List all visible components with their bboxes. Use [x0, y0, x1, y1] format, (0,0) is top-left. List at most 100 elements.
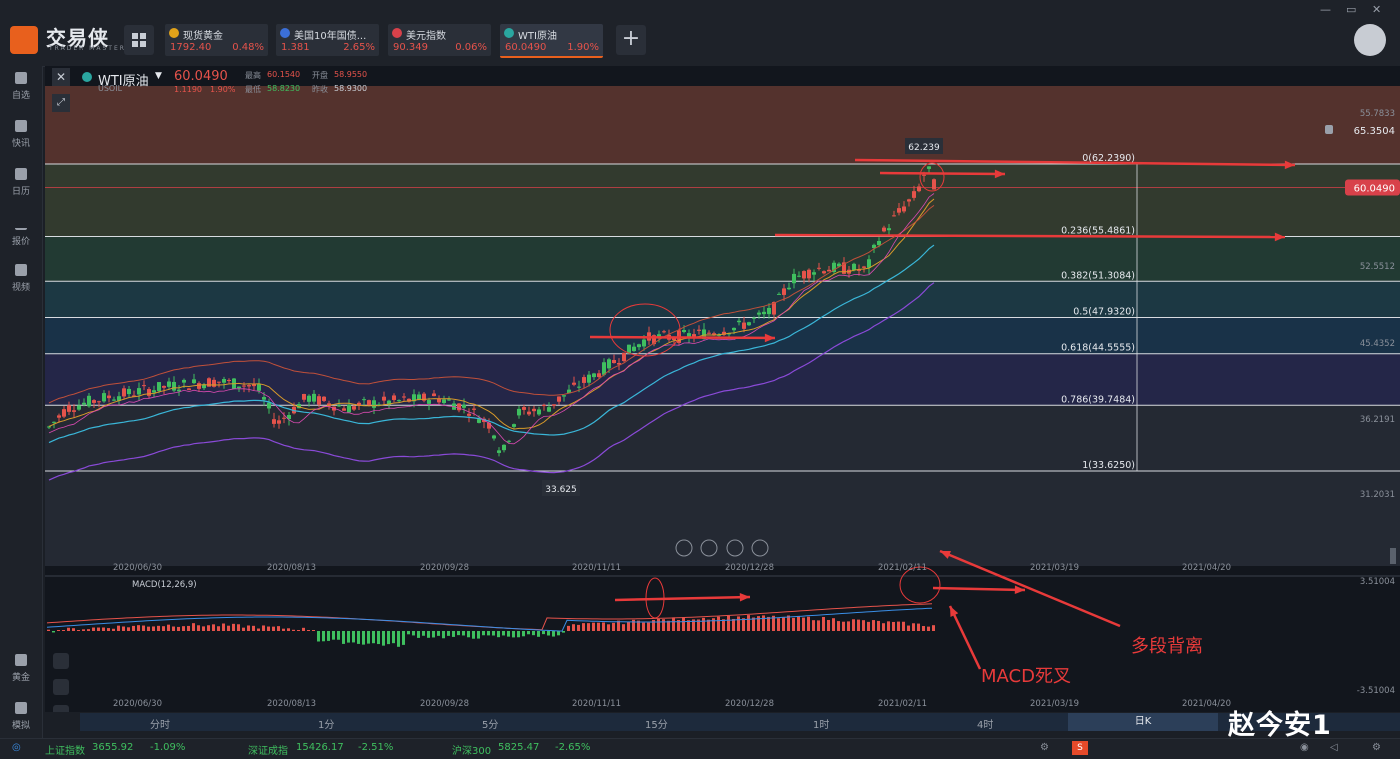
macd-bar: [327, 631, 330, 641]
candle: [887, 228, 891, 231]
sidebar-item-video[interactable]: 视频: [0, 264, 42, 293]
index-name[interactable]: 深证成指: [248, 742, 288, 757]
user-avatar[interactable]: [1354, 24, 1386, 56]
macd-bar: [912, 623, 915, 631]
bell-icon: [1325, 125, 1333, 134]
chart-area[interactable]: 62.239 33.625 0(62.2390) 0.236(55.4861) 0.3…: [45, 66, 1400, 712]
macd-bar: [52, 631, 55, 633]
candle: [217, 381, 221, 383]
chart-canvas[interactable]: 62.239 33.625 0(62.2390) 0.236(55.4861) 0.3…: [45, 66, 1400, 712]
macd-bar: [292, 629, 295, 631]
draw-icon: [53, 679, 69, 695]
candle: [242, 385, 246, 387]
date-label: 2020/12/28: [725, 699, 774, 709]
candle: [347, 404, 351, 413]
macd-axis-label: -3.51004: [1357, 686, 1395, 696]
tab-5min[interactable]: 5分: [482, 716, 498, 731]
macd-bar: [307, 630, 310, 631]
sidebar-item-calendar[interactable]: 日历: [0, 168, 42, 197]
annotation-arrow: [879, 171, 1006, 176]
settings-icon[interactable]: ⚙: [1040, 742, 1049, 753]
close-window-button[interactable]: ✕: [1372, 3, 1381, 16]
candle: [277, 420, 281, 424]
candle: [662, 331, 666, 333]
macd-bar: [192, 623, 195, 631]
oil-icon: [504, 28, 514, 38]
ticker-wti[interactable]: WTI原油 60.0490 1.90%: [500, 24, 603, 58]
candle: [192, 379, 196, 384]
macd-bar: [837, 621, 840, 631]
macd-bar: [227, 625, 230, 631]
index-name[interactable]: 上证指数: [45, 742, 85, 757]
candle: [522, 407, 526, 410]
grid-layout-button[interactable]: [124, 25, 154, 55]
add-ticker-button[interactable]: +: [616, 25, 646, 55]
close-chart-button[interactable]: ✕: [52, 68, 70, 86]
expand-icon[interactable]: ⤢: [52, 94, 70, 112]
macd-bar: [387, 631, 390, 645]
candle: [497, 450, 501, 453]
sidebar-item-simulate[interactable]: 模拟: [0, 702, 42, 731]
arrow-head: [739, 592, 750, 602]
candle: [817, 267, 821, 269]
macd-bar: [382, 631, 385, 646]
macd-bar: [67, 627, 70, 631]
candle: [322, 396, 326, 401]
candle: [882, 227, 886, 232]
macd-bar: [762, 615, 765, 631]
chevron-down-icon[interactable]: ▼: [155, 71, 162, 81]
macd-bar: [657, 618, 660, 631]
candle: [862, 266, 866, 268]
tab-15min[interactable]: 15分: [645, 716, 668, 731]
tab-4hour[interactable]: 4时: [977, 716, 993, 731]
tab-1min[interactable]: 1分: [318, 716, 334, 731]
sidebar-item-quotes[interactable]: 报价: [0, 216, 42, 247]
ticker-us10y[interactable]: 美国10年国债... 1.381 2.65%: [276, 24, 379, 56]
macd-bar: [152, 626, 155, 631]
macd-bar: [112, 628, 115, 631]
sidebar-item-news[interactable]: 快讯: [0, 120, 42, 149]
camera-icon[interactable]: ◉: [1300, 742, 1309, 753]
tab-1hour[interactable]: 1时: [813, 716, 829, 731]
macd-bar: [367, 631, 370, 644]
maximize-button[interactable]: ▭: [1346, 3, 1356, 16]
macd-bar: [187, 625, 190, 631]
ticker-gold[interactable]: 现货黄金 1792.40 0.48%: [165, 24, 268, 56]
tab-daily[interactable]: 日K: [1068, 713, 1218, 731]
candle: [187, 388, 191, 391]
macd-bar: [877, 620, 880, 631]
candle: [182, 379, 186, 383]
candle: [592, 373, 596, 378]
sidebar: 自选 快讯 日历 报价 视频 黄金 模拟: [0, 66, 43, 738]
macd-bar: [202, 626, 205, 631]
indicator-icon: [53, 705, 69, 712]
gear-icon[interactable]: ⚙: [1372, 742, 1381, 753]
index-value: 15426.17: [296, 742, 344, 753]
candle: [737, 320, 741, 323]
sidebar-item-gold[interactable]: 黄金: [0, 654, 42, 683]
macd-bar: [402, 631, 405, 645]
candle: [807, 269, 811, 279]
ticker-dxy[interactable]: 美元指数 90.349 0.06%: [388, 24, 491, 56]
timeframe-bar: 分时 1分 5分 15分 1时 4时 日K: [80, 713, 1400, 731]
candle: [577, 386, 581, 388]
macd-bar: [357, 631, 360, 644]
minimize-button[interactable]: —: [1320, 3, 1331, 16]
macd-bar: [602, 622, 605, 631]
headset-icon[interactable]: ◎: [12, 742, 21, 753]
app-subtitle: TRADER MASTER: [49, 45, 126, 52]
index-name[interactable]: 沪深300: [452, 742, 491, 757]
macd-bar: [662, 619, 665, 631]
tab-timeshare[interactable]: 分时: [150, 716, 170, 731]
macd-bar: [572, 624, 575, 631]
date-label: 2020/09/28: [420, 699, 469, 709]
sidebar-item-watchlist[interactable]: 自选: [0, 72, 42, 101]
ime-icon[interactable]: S: [1072, 741, 1088, 755]
candle: [352, 406, 356, 410]
candle: [582, 377, 586, 383]
date-label: 2020/08/13: [267, 563, 316, 573]
date-label: 2021/03/19: [1030, 699, 1079, 709]
mute-icon[interactable]: ◁: [1330, 742, 1338, 753]
macd-bar: [817, 620, 820, 631]
macd-bar: [372, 631, 375, 644]
